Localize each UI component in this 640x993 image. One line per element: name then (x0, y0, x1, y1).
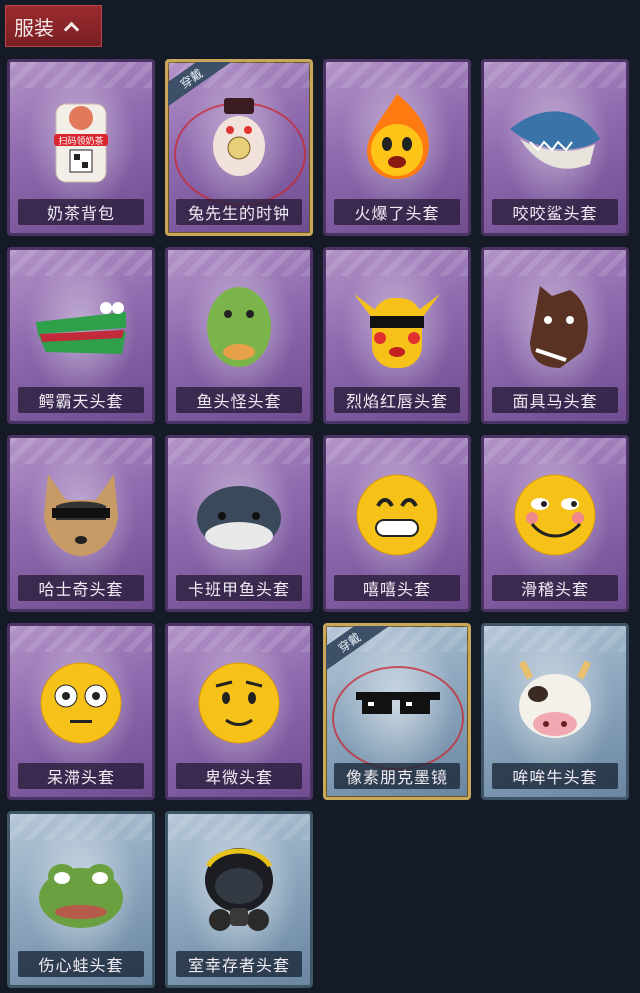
costume-item-card[interactable]: 咬咬鲨头套 (481, 59, 629, 236)
red-lips-head-icon (342, 272, 452, 382)
costume-item-label: 卡班甲鱼头套 (176, 575, 302, 601)
costume-item-label: 鱼头怪头套 (176, 387, 302, 413)
costume-item-label: 兔先生的时钟 (176, 199, 302, 225)
fire-head-icon (342, 84, 452, 194)
costume-item-card[interactable]: 哞哞牛头套 (481, 623, 629, 800)
flushed-emoji-icon (26, 648, 136, 758)
costume-item-card[interactable]: 火爆了头套 (323, 59, 471, 236)
fish-head-icon (184, 272, 294, 382)
costume-item-label: 火爆了头套 (334, 199, 460, 225)
costume-item-card[interactable]: 穿戴 像素朋克墨镜 (323, 623, 471, 800)
costume-item-label: 卑微头套 (176, 763, 302, 789)
milk-tea-backpack-icon: 扫码领奶茶 (26, 84, 136, 194)
rabbit-clock-icon (184, 84, 294, 194)
costume-item-card[interactable]: 穿戴 兔先生的时钟 (165, 59, 313, 236)
costume-item-label: 伤心蛙头套 (18, 951, 144, 977)
costume-item-card[interactable]: 鱼头怪头套 (165, 247, 313, 424)
svg-text:扫码领奶茶: 扫码领奶茶 (58, 135, 103, 147)
shark-head-icon (500, 84, 610, 194)
costume-item-label: 呆滞头套 (18, 763, 144, 789)
gas-mask-helmet-icon (184, 836, 294, 946)
cow-head-icon (500, 648, 610, 758)
turtle-head-icon (184, 460, 294, 570)
costume-item-card[interactable]: 卑微头套 (165, 623, 313, 800)
costume-item-card[interactable]: 伤心蛙头套 (7, 811, 155, 988)
costume-item-label: 烈焰红唇头套 (334, 387, 460, 413)
costume-item-label: 嘻嘻头套 (334, 575, 460, 601)
horse-mask-icon (500, 272, 610, 382)
costume-item-card[interactable]: 鳄霸天头套 (7, 247, 155, 424)
pixel-sunglasses-icon (342, 648, 452, 758)
costume-item-label: 咬咬鲨头套 (492, 199, 618, 225)
costume-item-label: 哈士奇头套 (18, 575, 144, 601)
funny-emoji-icon (500, 460, 610, 570)
costume-item-card[interactable]: 面具马头套 (481, 247, 629, 424)
costume-item-card[interactable]: 室幸存者头套 (165, 811, 313, 988)
costume-grid: 扫码领奶茶奶茶背包 穿戴 兔先生的时钟 火爆了头套 咬咬鲨头套鳄霸天头套 鱼头怪头套 烈焰红… (0, 0, 640, 993)
costume-item-card[interactable]: 卡班甲鱼头套 (165, 435, 313, 612)
crocodile-head-icon (26, 272, 136, 382)
costume-item-label: 像素朋克墨镜 (334, 763, 460, 789)
pleading-emoji-icon (184, 648, 294, 758)
costume-item-label: 滑稽头套 (492, 575, 618, 601)
husky-head-icon (26, 460, 136, 570)
costume-item-card[interactable]: 滑稽头套 (481, 435, 629, 612)
costume-item-card[interactable]: 嘻嘻头套 (323, 435, 471, 612)
sad-frog-icon (26, 836, 136, 946)
costume-item-label: 面具马头套 (492, 387, 618, 413)
costume-item-card[interactable]: 扫码领奶茶 奶茶背包 (7, 59, 155, 236)
costume-item-label: 哞哞牛头套 (492, 763, 618, 789)
costume-item-label: 鳄霸天头套 (18, 387, 144, 413)
costume-item-label: 室幸存者头套 (176, 951, 302, 977)
costume-item-label: 奶茶背包 (18, 199, 144, 225)
costume-item-card[interactable]: 呆滞头套 (7, 623, 155, 800)
costume-item-card[interactable]: 烈焰红唇头套 (323, 247, 471, 424)
grin-emoji-icon (342, 460, 452, 570)
costume-item-card[interactable]: 哈士奇头套 (7, 435, 155, 612)
